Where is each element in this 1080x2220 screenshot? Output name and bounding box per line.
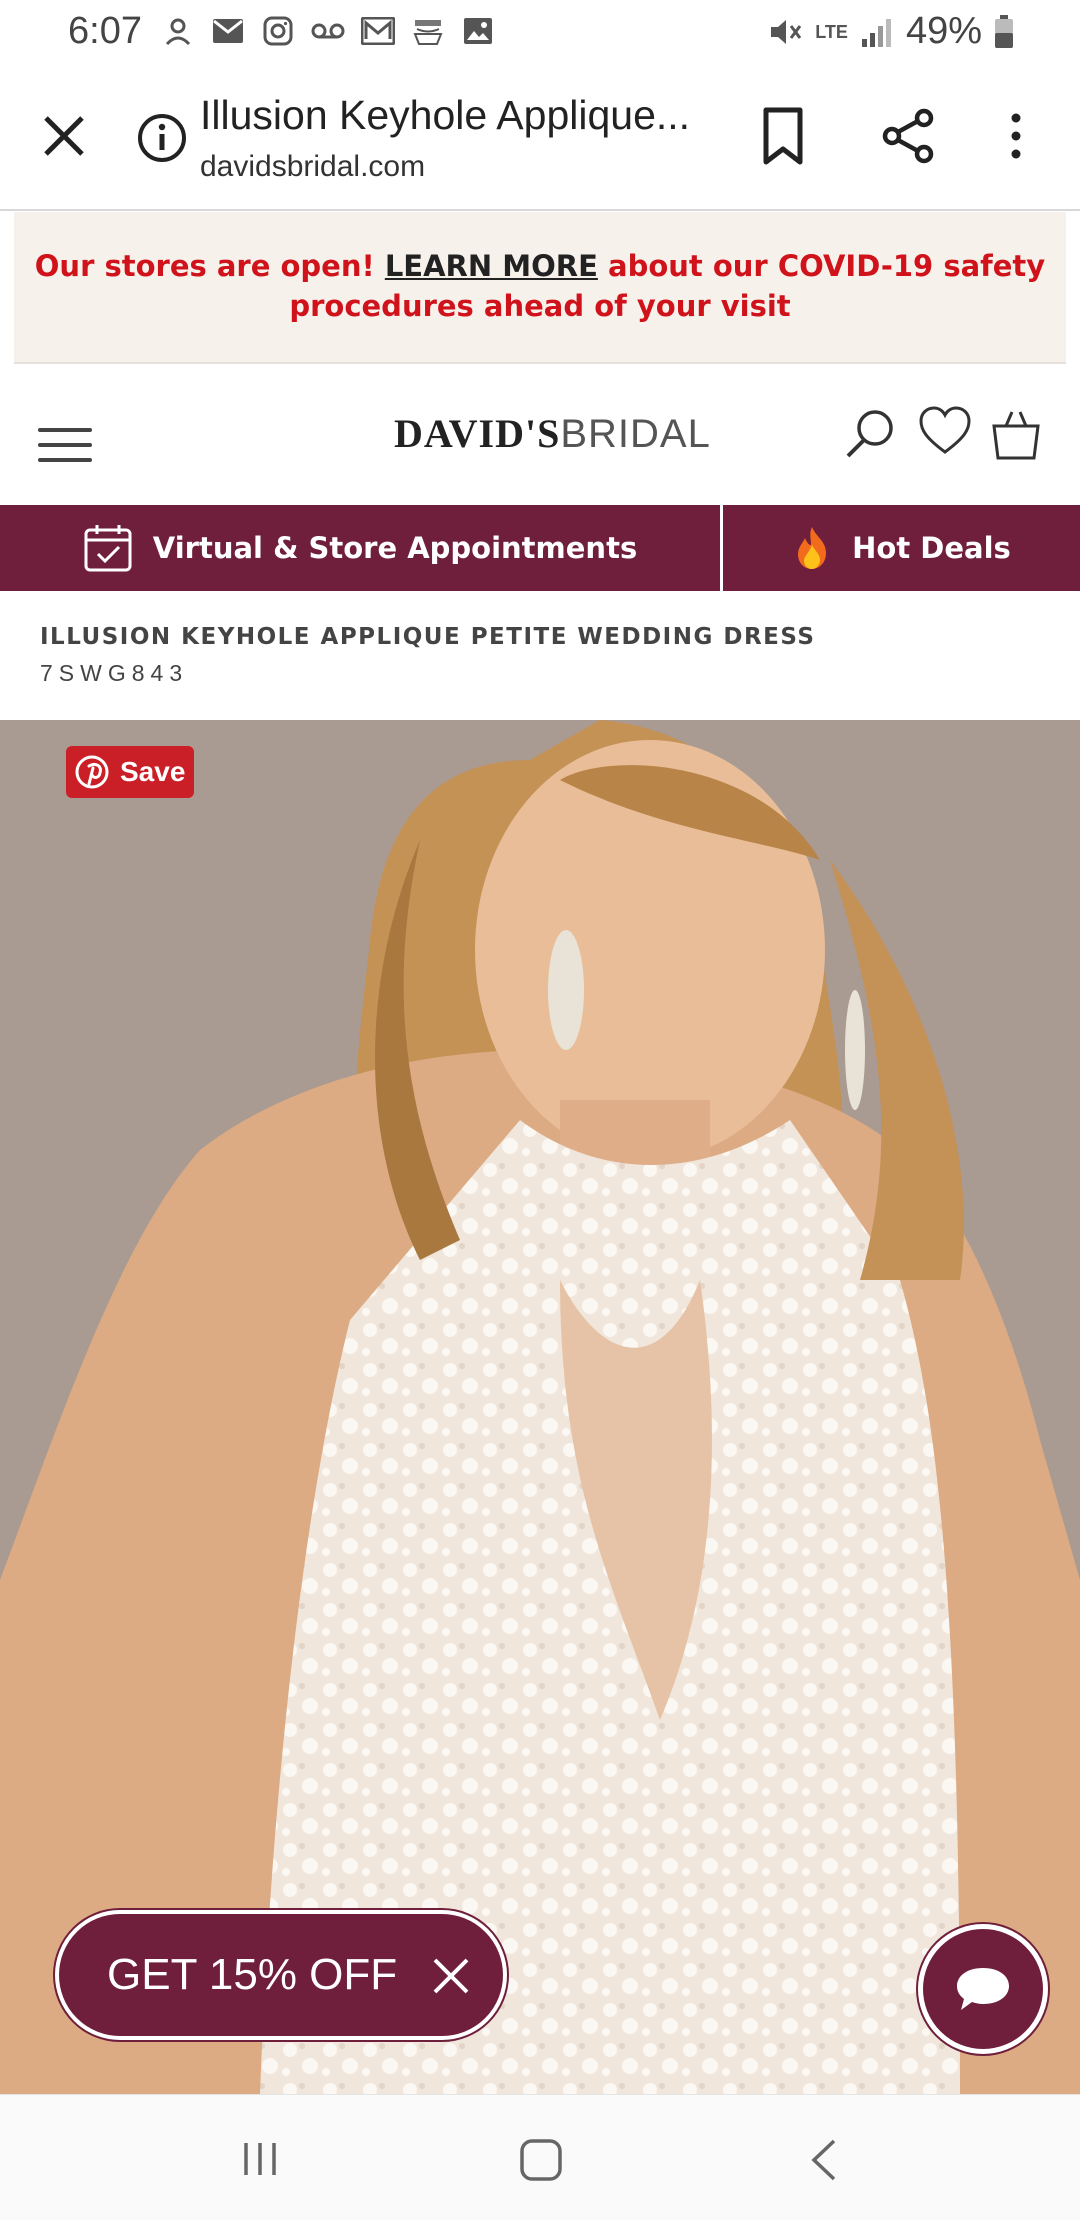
banner-text-before: Our stores are open!: [34, 249, 385, 283]
amazon-icon: [410, 14, 446, 48]
calendar-check-icon: [84, 525, 132, 572]
status-right: LTE 49%: [767, 10, 1014, 53]
davids-bridal-logo[interactable]: DAVID'SBRIDAL: [394, 410, 711, 457]
mute-icon: [771, 19, 802, 44]
amazon-assistant-icon: [160, 14, 196, 48]
logo-part-1: DAVID'S: [394, 411, 561, 456]
status-time: 6:07: [68, 10, 142, 52]
network-type: LTE: [815, 21, 848, 42]
chat-button[interactable]: [918, 1924, 1048, 2054]
mail-icon: [360, 14, 396, 48]
pinterest-save-button[interactable]: Save: [66, 746, 194, 798]
pinterest-icon: [75, 755, 109, 789]
product-title: ILLUSION KEYHOLE APPLIQUE PETITE WEDDING…: [40, 624, 816, 650]
bookmark-icon[interactable]: [758, 106, 808, 166]
banner-text: Our stores are open! LEARN MORE about ou…: [14, 212, 1066, 326]
site-header: DAVID'SBRIDAL: [0, 366, 1080, 506]
battery-percent: 49%: [905, 10, 982, 52]
instagram-icon: [260, 14, 296, 48]
search-icon[interactable]: [842, 406, 898, 462]
shopping-bag-icon[interactable]: [988, 406, 1044, 462]
appointments-label: Virtual & Store Appointments: [152, 531, 638, 565]
hot-deals-label: Hot Deals: [852, 531, 1011, 565]
share-icon[interactable]: [878, 106, 938, 166]
status-bar: 6:07 LTE 49%: [0, 0, 1080, 66]
gallery-icon: [460, 14, 496, 48]
close-icon[interactable]: [429, 1954, 473, 1998]
pinterest-save-label: Save: [120, 756, 186, 787]
menu-icon[interactable]: [38, 428, 92, 462]
action-bar: Virtual & Store Appointments Hot Deals: [0, 505, 1080, 591]
chat-bubble-icon: [957, 1968, 1009, 2010]
hot-deals-button[interactable]: Hot Deals: [723, 505, 1080, 591]
heart-icon[interactable]: [918, 406, 972, 456]
battery-icon: [995, 14, 1013, 48]
fire-icon: [798, 527, 827, 569]
product-image[interactable]: [0, 720, 1080, 2094]
notification-icons: [160, 14, 496, 48]
appointments-button[interactable]: Virtual & Store Appointments: [0, 505, 720, 591]
close-icon[interactable]: [36, 108, 92, 164]
system-navigation-bar: [0, 2094, 1080, 2220]
back-icon[interactable]: [804, 2137, 844, 2183]
page-domain: davidsbridal.com: [200, 150, 426, 183]
promo-label: GET 15% OFF: [107, 1950, 398, 1999]
home-icon[interactable]: [518, 2137, 564, 2183]
info-icon[interactable]: [136, 112, 188, 164]
covid-banner: Our stores are open! LEARN MORE about ou…: [14, 212, 1066, 364]
discount-promo-pill[interactable]: GET 15% OFF: [55, 1910, 507, 2040]
signal-icon: [861, 18, 891, 47]
product-sku: 7SWG843: [40, 660, 189, 686]
more-options-icon[interactable]: [996, 106, 1036, 166]
browser-toolbar: Illusion Keyhole Applique... davidsbrida…: [0, 66, 1080, 211]
learn-more-link[interactable]: LEARN MORE: [385, 249, 598, 283]
product-photo-illustration: [0, 720, 1080, 2094]
voicemail-icon: [310, 14, 346, 48]
page-title: Illusion Keyhole Applique...: [200, 92, 691, 138]
gmail-icon: [210, 14, 246, 48]
recent-apps-icon[interactable]: [240, 2139, 280, 2179]
logo-part-2: BRIDAL: [560, 412, 711, 456]
